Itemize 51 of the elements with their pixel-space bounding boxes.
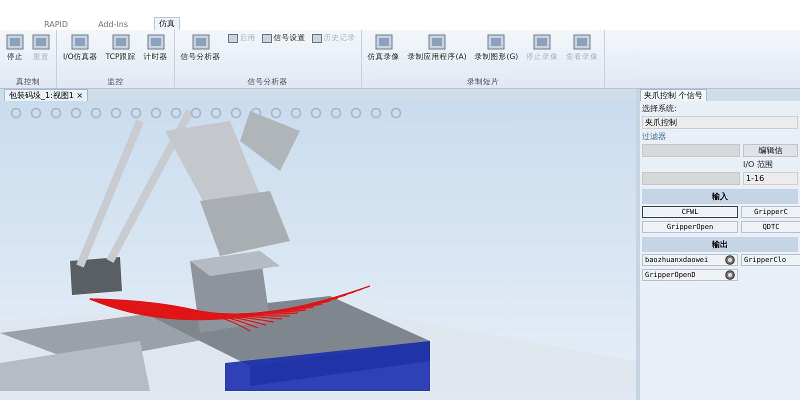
- view-tool-icon[interactable]: [310, 107, 322, 119]
- filter-dropdown[interactable]: [642, 144, 740, 157]
- menu-tab[interactable]: Add-Ins: [94, 20, 132, 30]
- view-tool-icon[interactable]: [290, 107, 302, 119]
- tool-icon: [6, 34, 24, 50]
- view-tool-icon[interactable]: [90, 107, 102, 119]
- menu-tab[interactable]: RAPID: [40, 20, 72, 30]
- tool-icon: [262, 34, 272, 42]
- tool-icon: [374, 34, 393, 50]
- view-tool-icon[interactable]: [250, 107, 262, 119]
- view-tool-icon[interactable]: [330, 107, 342, 119]
- tool-icon: [573, 34, 592, 50]
- view-tool-icon[interactable]: [150, 107, 162, 119]
- view-tool-icon[interactable]: [390, 107, 402, 119]
- view-tool-icon[interactable]: [370, 107, 382, 119]
- panel-tab[interactable]: 夹爪控制 个信号: [640, 89, 707, 101]
- tool-icon: [428, 34, 446, 50]
- edit-signal-button[interactable]: 编辑信: [743, 144, 798, 157]
- view-tool-icon[interactable]: [50, 107, 62, 119]
- view-tool-icon[interactable]: [190, 107, 202, 119]
- view-tool-icon[interactable]: [210, 107, 222, 119]
- menu-tab[interactable]: 仿真: [154, 17, 180, 30]
- range-field[interactable]: 1-16: [743, 172, 798, 185]
- view-tool-icon[interactable]: [30, 107, 42, 119]
- section-header: 输入: [642, 189, 798, 204]
- tool-icon: [487, 34, 506, 50]
- tool-icon: [533, 34, 552, 50]
- tool-icon: [192, 34, 210, 50]
- view-tool-icon[interactable]: [230, 107, 242, 119]
- view-tool-icon[interactable]: [270, 107, 282, 119]
- tool-icon: [112, 34, 130, 50]
- view-tool-icon[interactable]: [170, 107, 182, 119]
- toggle-icon[interactable]: [725, 270, 735, 280]
- tool-icon: [228, 34, 238, 42]
- view-tool-icon[interactable]: [350, 107, 362, 119]
- document-tab[interactable]: 包装码垛_1:视图1 ×: [4, 89, 88, 101]
- filter-label: 过滤器: [642, 131, 667, 142]
- view-tool-icon[interactable]: [110, 107, 122, 119]
- tool-icon: [71, 34, 90, 50]
- range-label: I/O 范围: [743, 159, 773, 170]
- tool-icon: [312, 34, 322, 42]
- tool-icon: [32, 34, 50, 50]
- view-tool-icon[interactable]: [10, 107, 22, 119]
- system-label: 选择系统:: [642, 103, 678, 114]
- section-header: 输出: [642, 237, 798, 252]
- toggle-icon[interactable]: [725, 255, 735, 265]
- tool-icon: [146, 34, 165, 50]
- view-tool-icon[interactable]: [70, 107, 82, 119]
- range-dropdown[interactable]: [642, 172, 740, 185]
- view-tool-icon[interactable]: [130, 107, 142, 119]
- system-field[interactable]: 夹爪控制: [642, 116, 798, 129]
